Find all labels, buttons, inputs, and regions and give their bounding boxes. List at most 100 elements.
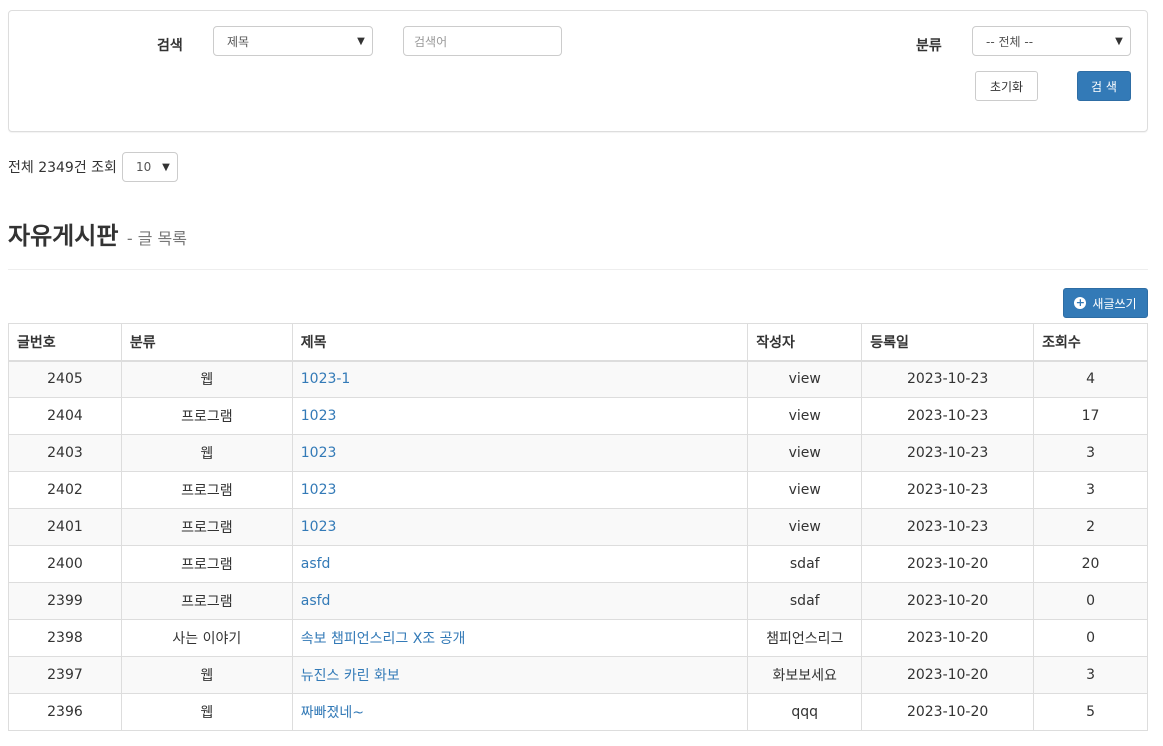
post-category: 웹 [120, 656, 293, 694]
post-date: 2023-10-20 [861, 656, 1035, 694]
post-date: 2023-10-20 [861, 619, 1035, 657]
search-field-value: 제목 [227, 34, 250, 49]
table-row: 2396 웹 짜빠졌네~ qqq 2023-10-20 5 [8, 693, 1148, 731]
header-date: 등록일 [861, 323, 1035, 362]
post-category: 프로그램 [120, 471, 293, 509]
table-row: 2401 프로그램 1023 view 2023-10-23 2 [8, 508, 1148, 546]
plus-circle-icon: + [1074, 296, 1087, 309]
header-category: 분류 [120, 323, 293, 362]
post-author: view [747, 508, 863, 546]
table-row: 2398 사는 이야기 속보 챔피언스리그 X조 공개 챔피언스리그 2023-10-2… [8, 619, 1148, 657]
search-field-select[interactable]: 제목 ▼ [213, 26, 373, 56]
total-count-row: 전체 2349건 조회 10 ▼ [8, 152, 178, 182]
post-views: 0 [1033, 582, 1148, 620]
post-number: 2400 [8, 545, 122, 583]
post-views: 3 [1033, 434, 1148, 472]
header-views: 조회수 [1033, 323, 1148, 362]
post-date: 2023-10-23 [861, 397, 1035, 435]
post-title-cell: 뉴진스 카린 화보 [291, 656, 749, 694]
post-category: 프로그램 [120, 397, 293, 435]
page-subtitle: - 글 목록 [126, 229, 187, 248]
table-row: 2403 웹 1023 view 2023-10-23 3 [8, 434, 1148, 472]
table-row: 2402 프로그램 1023 view 2023-10-23 3 [8, 471, 1148, 509]
post-title-link[interactable]: 1023-1 [301, 371, 351, 387]
post-title-cell: 짜빠졌네~ [291, 693, 749, 731]
post-title-cell: 1023 [291, 508, 749, 546]
post-category: 웹 [120, 434, 293, 472]
chevron-down-icon: ▼ [162, 161, 170, 173]
search-button[interactable]: 검 색 [1077, 71, 1131, 101]
post-date: 2023-10-20 [861, 545, 1035, 583]
post-date: 2023-10-20 [861, 693, 1035, 731]
post-number: 2404 [8, 397, 122, 435]
post-views: 0 [1033, 619, 1148, 657]
post-date: 2023-10-23 [861, 471, 1035, 509]
post-title-cell: 속보 챔피언스리그 X조 공개 [291, 619, 749, 657]
table-row: 2404 프로그램 1023 view 2023-10-23 17 [8, 397, 1148, 435]
post-title-link[interactable]: 뉴진스 카린 화보 [301, 668, 400, 684]
header-title: 제목 [291, 323, 749, 362]
post-author: view [747, 434, 863, 472]
post-author: view [747, 360, 863, 398]
post-title-link[interactable]: 짜빠졌네~ [301, 705, 364, 721]
category-label: 분류 [916, 38, 942, 54]
post-number: 2398 [8, 619, 122, 657]
post-title-cell: 1023 [291, 397, 749, 435]
table-header-row: 글번호 분류 제목 작성자 등록일 조회수 [8, 323, 1148, 362]
post-title-link[interactable]: 1023 [301, 519, 337, 535]
page-size-select[interactable]: 10 ▼ [121, 152, 178, 182]
new-post-label: 새글쓰기 [1092, 296, 1137, 311]
search-label: 검색 [157, 38, 183, 54]
table-row: 2405 웹 1023-1 view 2023-10-23 4 [8, 360, 1148, 398]
board-table: 글번호 분류 제목 작성자 등록일 조회수 2405 웹 1023-1 view 202… [8, 323, 1148, 731]
post-date: 2023-10-23 [861, 508, 1035, 546]
post-author: 화보보세요 [747, 656, 863, 694]
search-button-label: 검 색 [1091, 79, 1117, 94]
category-select[interactable]: -- 전체 -- ▼ [972, 26, 1131, 56]
post-views: 3 [1033, 471, 1148, 509]
post-author: 챔피언스리그 [747, 619, 863, 657]
post-date: 2023-10-23 [861, 360, 1035, 398]
post-title-cell: asfd [291, 545, 749, 583]
table-row: 2399 프로그램 asfd sdaf 2023-10-20 0 [8, 582, 1148, 620]
post-category: 프로그램 [120, 508, 293, 546]
post-number: 2401 [8, 508, 122, 546]
post-number: 2396 [8, 693, 122, 731]
page-size-value: 10 [135, 160, 152, 174]
new-post-button[interactable]: + 새글쓰기 [1063, 288, 1148, 318]
chevron-down-icon: ▼ [1115, 35, 1123, 47]
post-title-cell: asfd [291, 582, 749, 620]
post-title-cell: 1023-1 [291, 360, 749, 398]
category-value: -- 전체 -- [986, 34, 1034, 49]
page-header: 자유게시판 - 글 목록 [8, 216, 1148, 270]
reset-button[interactable]: 초기화 [975, 71, 1038, 101]
post-views: 5 [1033, 693, 1148, 731]
header-author: 작성자 [747, 323, 863, 362]
post-title-link[interactable]: asfd [301, 593, 331, 609]
post-number: 2399 [8, 582, 122, 620]
post-title-link[interactable]: 1023 [301, 445, 337, 461]
post-category: 웹 [120, 693, 293, 731]
post-date: 2023-10-23 [861, 434, 1035, 472]
post-number: 2397 [8, 656, 122, 694]
post-author: sdaf [747, 545, 863, 583]
page-title: 자유게시판 [8, 222, 119, 250]
chevron-down-icon: ▼ [357, 35, 365, 47]
post-title-link[interactable]: asfd [301, 556, 331, 572]
total-count-text: 전체 2349건 조회 [8, 160, 117, 176]
search-panel: 검색 제목 ▼ 검색어 분류 -- 전체 -- ▼ 초기화 검 색 [8, 10, 1148, 132]
search-keyword-placeholder: 검색어 [414, 34, 448, 49]
post-title-link[interactable]: 속보 챔피언스리그 X조 공개 [301, 631, 466, 647]
post-number: 2405 [8, 360, 122, 398]
search-keyword-input[interactable]: 검색어 [403, 26, 562, 56]
reset-button-label: 초기화 [989, 79, 1024, 94]
post-title-cell: 1023 [291, 471, 749, 509]
post-views: 17 [1033, 397, 1148, 435]
post-number: 2403 [8, 434, 122, 472]
post-title-link[interactable]: 1023 [301, 482, 337, 498]
post-title-link[interactable]: 1023 [301, 408, 337, 424]
post-views: 2 [1033, 508, 1148, 546]
post-author: qqq [747, 693, 863, 731]
table-row: 2397 웹 뉴진스 카린 화보 화보보세요 2023-10-20 3 [8, 656, 1148, 694]
post-author: view [747, 397, 863, 435]
